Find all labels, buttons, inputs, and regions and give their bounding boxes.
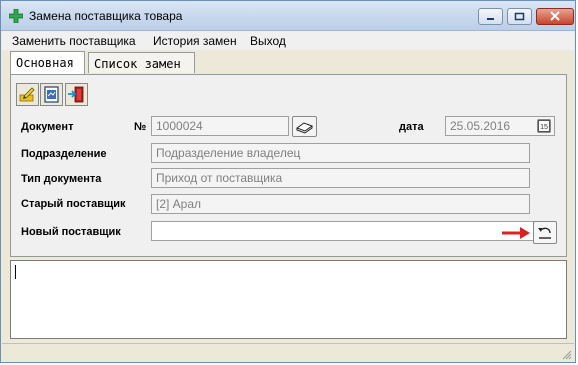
old-supplier-field[interactable]: [2] Арал (151, 194, 530, 214)
window-title: Замена поставщика товара (29, 9, 183, 23)
status-bar (2, 343, 574, 362)
calendar-day-text: 15 (540, 124, 548, 131)
number-sign-label: № (134, 121, 147, 133)
document-label: Документ (21, 121, 74, 133)
document-number-field[interactable]: 1000024 (151, 116, 289, 136)
doc-type-label: Тип документа (21, 173, 102, 185)
old-supplier-label: Старый поставщик (21, 198, 126, 210)
calendar-button[interactable]: 15 (537, 119, 551, 133)
text-caret (15, 265, 16, 279)
edit-pencil-icon (19, 87, 35, 102)
doc-type-field[interactable]: Приход от поставщика (151, 168, 530, 188)
undo-arrow-icon (538, 227, 551, 239)
minimize-icon (487, 18, 494, 20)
maximize-icon (514, 12, 525, 21)
close-icon (550, 11, 560, 21)
green-cross-app-icon (9, 9, 23, 23)
open-book-icon (295, 122, 314, 134)
resize-grip-icon[interactable] (560, 348, 572, 360)
menu-replace-supplier[interactable]: Заменить поставщика (12, 34, 136, 48)
minimize-button[interactable] (478, 8, 503, 25)
maximize-button[interactable] (507, 8, 532, 25)
document-icon (44, 86, 59, 103)
calendar-icon: 15 (538, 120, 550, 132)
document-toolbar-button[interactable] (40, 83, 63, 106)
menu-bar: Заменить поставщика История замен Выход (2, 31, 574, 50)
main-tab-panel: Документ № 1000024 дата 25.05.2016 15 По… (10, 74, 567, 257)
edit-toolbar-button[interactable] (16, 83, 39, 106)
new-supplier-label: Новый поставщик (21, 226, 121, 238)
tab-main[interactable]: Основная (10, 51, 85, 74)
tab-replace-list[interactable]: Список замен (88, 52, 195, 73)
department-field[interactable]: Подразделение владелец (151, 143, 530, 163)
date-label: дата (399, 121, 424, 133)
exit-door-icon (68, 86, 84, 103)
department-label: Подразделение (21, 148, 107, 160)
exit-toolbar-button[interactable] (65, 83, 88, 106)
menu-exit[interactable]: Выход (250, 34, 286, 48)
notes-memo-field[interactable] (10, 260, 567, 339)
document-select-button[interactable] (292, 116, 317, 137)
app-window: Замена поставщика товара Заменить постав… (0, 0, 576, 363)
close-button[interactable] (536, 8, 574, 25)
menu-replace-history[interactable]: История замен (153, 34, 237, 48)
new-supplier-field[interactable] (151, 221, 534, 241)
select-supplier-button[interactable] (533, 221, 557, 244)
red-arrow-icon (502, 227, 530, 239)
title-bar[interactable]: Замена поставщика товара (1, 1, 575, 31)
